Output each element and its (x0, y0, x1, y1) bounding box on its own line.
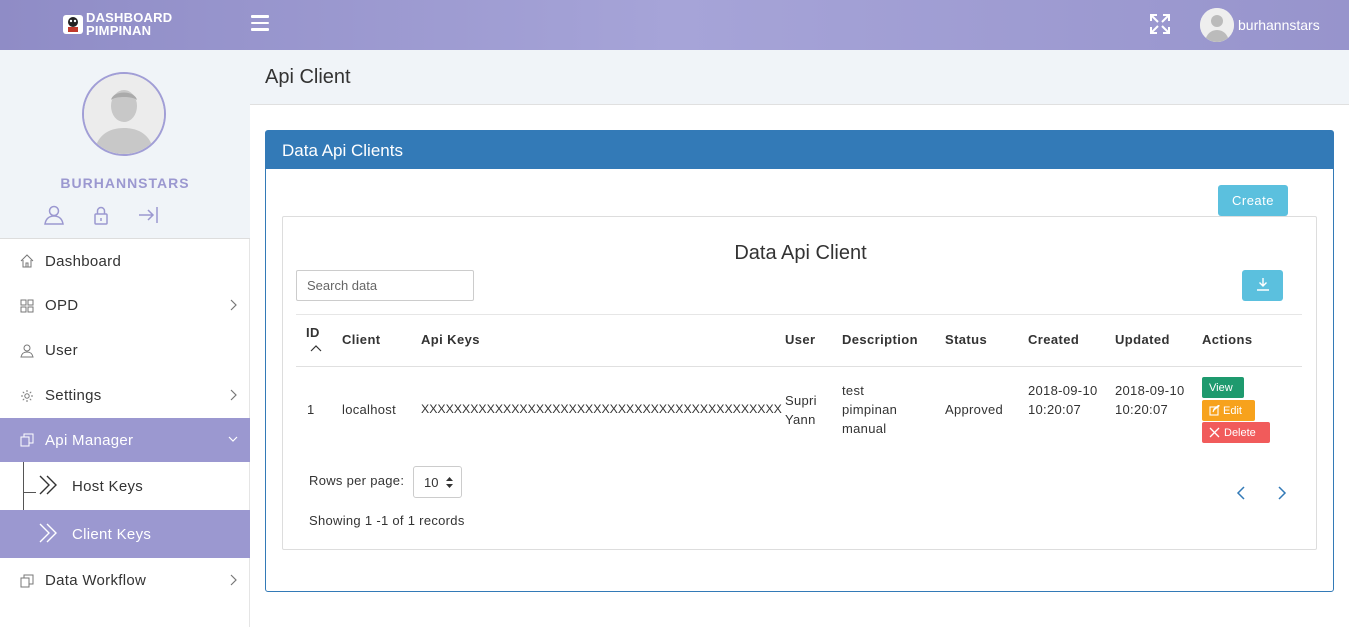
column-header-description[interactable]: Description (842, 332, 918, 347)
grid-icon (20, 299, 34, 312)
brand-name: DASHBOARD PIMPINAN (86, 11, 172, 37)
sidebar-item-settings[interactable]: Settings (0, 373, 250, 418)
chevron-right-icon (230, 389, 237, 401)
column-header-client[interactable]: Client (342, 332, 381, 347)
create-button[interactable]: Create (1218, 185, 1288, 216)
brand-line-2: PIMPINAN (86, 23, 152, 38)
rows-per-page-label: Rows per page: (309, 473, 405, 488)
cell-status: Approved (945, 402, 1004, 417)
profile-avatar (82, 72, 166, 156)
hamburger-icon-bar (251, 28, 269, 31)
cell-client: localhost (342, 402, 397, 417)
cell-user: Supri Yann (785, 393, 817, 427)
sidebar-item-opd[interactable]: OPD (0, 283, 250, 328)
sidebar-item-client-keys[interactable]: Client Keys (0, 510, 250, 558)
edit-button[interactable]: Edit (1202, 400, 1255, 421)
logout-icon[interactable] (137, 205, 159, 225)
sort-up-icon[interactable] (310, 344, 322, 352)
profile-name: BURHANNSTARS (60, 175, 190, 191)
sidebar-item-label: Dashboard (45, 252, 122, 270)
rows-per-page-select[interactable]: 10 (413, 466, 462, 498)
sidebar-item-label: Client Keys (72, 525, 152, 543)
avatar (1200, 8, 1234, 42)
search-input[interactable] (296, 270, 474, 301)
sidebar-item-user[interactable]: User (0, 328, 250, 373)
sidebar-item-label: User (45, 342, 78, 359)
cell-description: test pimpinan manual (842, 383, 898, 436)
cell-id: 1 (307, 402, 315, 417)
sidebar-item-label: Api Manager (45, 431, 134, 449)
double-chevron-right-icon (39, 475, 57, 495)
sidebar-menu: Dashboard OPD User Settings Api Manager (0, 239, 250, 603)
chevron-right-icon (230, 574, 237, 586)
view-button-label: View (1209, 381, 1233, 394)
column-header-status[interactable]: Status (945, 332, 987, 347)
column-header-updated[interactable]: Updated (1115, 332, 1170, 347)
sidebar-item-data-workflow[interactable]: Data Workflow (0, 558, 250, 603)
sort-caret-icon (446, 477, 453, 488)
chevron-right-icon[interactable] (1276, 485, 1288, 501)
sidebar-item-api-manager[interactable]: Api Manager (0, 418, 250, 462)
topbar-username: burhannstars (1238, 17, 1320, 33)
brand-logo-icon (63, 15, 83, 34)
copy-icon (20, 574, 34, 587)
cell-created: 2018-09-10 10:20:07 (1028, 383, 1098, 417)
api-manager-submenu: Host Keys Client Keys (0, 462, 250, 558)
close-icon (1209, 427, 1220, 438)
sidebar-item-label: Settings (45, 387, 102, 404)
sidebar-item-dashboard[interactable]: Dashboard (0, 239, 250, 283)
rows-per-page-value: 10 (424, 474, 439, 490)
records-summary: Showing 1 -1 of 1 records (309, 513, 465, 528)
lock-icon[interactable] (90, 205, 112, 225)
column-header-user[interactable]: User (785, 332, 816, 347)
sidebar-item-label: OPD (45, 297, 79, 314)
profile-actions (43, 205, 184, 225)
edit-button-label: Edit (1223, 404, 1242, 417)
user-icon (20, 344, 34, 357)
delete-button[interactable]: Delete (1202, 422, 1270, 443)
view-button[interactable]: View (1202, 377, 1244, 398)
column-header-api-keys[interactable]: Api Keys (421, 332, 480, 347)
download-button[interactable] (1242, 270, 1283, 301)
cell-api-key: XXXXXXXXXXXXXXXXXXXXXXXXXXXXXXXXXXXXXXXX… (421, 402, 782, 416)
sidebar-profile: BURHANNSTARS (0, 50, 250, 239)
page-title: Api Client (265, 66, 351, 88)
delete-button-label: Delete (1224, 426, 1256, 439)
sidebar-item-host-keys[interactable]: Host Keys (0, 462, 250, 510)
fullscreen-expand-icon[interactable] (1149, 13, 1171, 35)
hamburger-icon-bar (251, 21, 269, 24)
page-header: Api Client (250, 50, 1349, 105)
sidebar-toggle-button[interactable] (251, 15, 269, 33)
chevron-right-icon (230, 299, 237, 311)
user-avatar-icon (84, 74, 164, 154)
download-icon (1256, 278, 1269, 291)
table-title: Data Api Client (734, 242, 867, 264)
double-chevron-right-icon (39, 523, 57, 543)
gear-icon (21, 389, 33, 402)
chevron-down-icon (228, 436, 238, 442)
sidebar-item-label: Host Keys (72, 477, 144, 495)
sidebar: BURHANNSTARS Dashboard OPD User Settings… (0, 50, 250, 627)
api-clients-panel: Data Api Clients Create Data Api Client … (265, 130, 1334, 592)
edit-icon (1209, 405, 1220, 416)
home-icon (20, 254, 34, 268)
chevron-left-icon[interactable] (1235, 485, 1247, 501)
copy-icon (20, 433, 34, 447)
user-avatar-icon (1200, 8, 1234, 42)
table-divider (296, 314, 1302, 315)
cell-updated: 2018-09-10 10:20:07 (1115, 383, 1185, 417)
data-table-card: Data Api Client ID Client Api Keys User … (282, 216, 1317, 550)
user-menu-dropdown[interactable]: burhannstars (1200, 8, 1320, 42)
hamburger-icon-bar (251, 15, 269, 18)
column-header-created[interactable]: Created (1028, 332, 1079, 347)
top-navbar: DASHBOARD PIMPINAN burhannstars (0, 0, 1349, 50)
table-divider (296, 366, 1302, 367)
user-icon[interactable] (43, 205, 65, 225)
column-header-id[interactable]: ID (306, 325, 320, 340)
panel-heading: Data Api Clients (266, 131, 1333, 169)
brand-logo-link[interactable]: DASHBOARD PIMPINAN (62, 11, 192, 41)
column-header-actions: Actions (1202, 332, 1253, 347)
sidebar-item-label: Data Workflow (45, 572, 147, 589)
